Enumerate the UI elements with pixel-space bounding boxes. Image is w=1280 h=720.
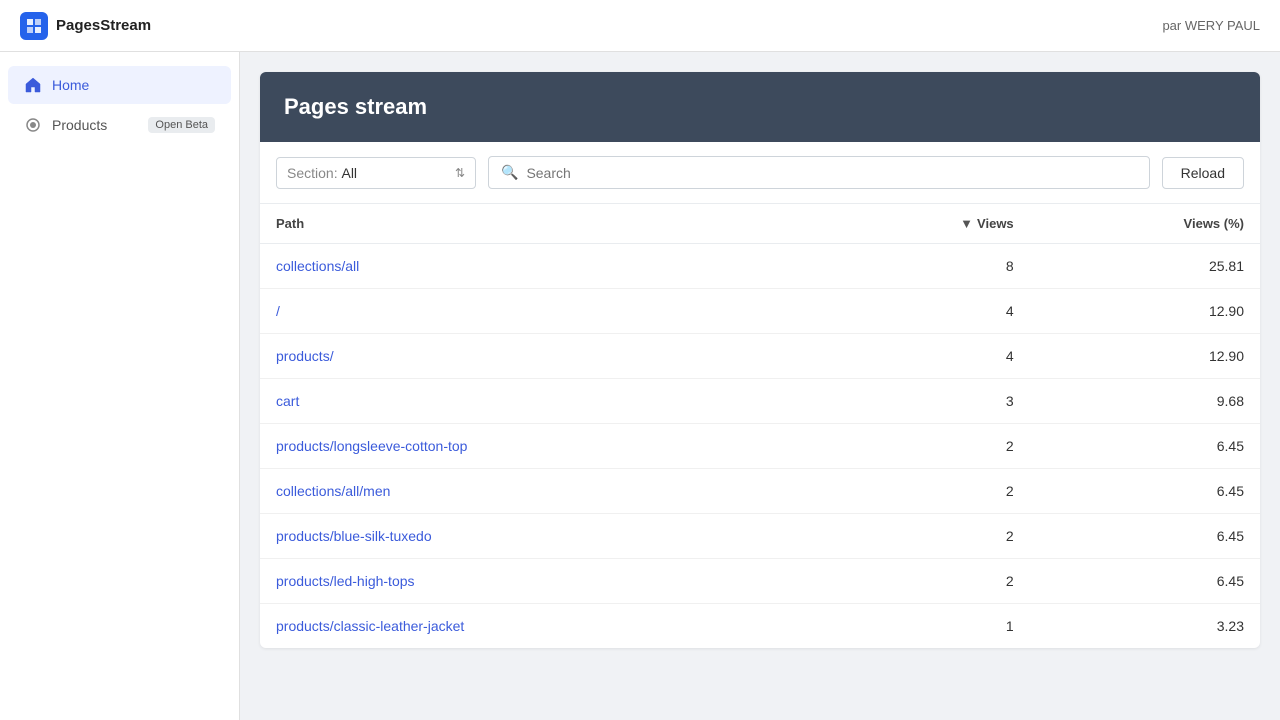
sidebar: Home Products Open Beta <box>0 52 240 720</box>
table-row: products/longsleeve-cotton-top26.45 <box>260 424 1260 469</box>
col-header-path: Path <box>260 204 817 244</box>
app-name: PagesStream <box>56 17 151 34</box>
table-row: /412.90 <box>260 289 1260 334</box>
app-branding: PagesStream <box>20 12 151 40</box>
search-input[interactable] <box>526 165 1136 181</box>
panel-header: Pages stream <box>260 72 1260 142</box>
cell-path[interactable]: collections/all/men <box>260 469 817 514</box>
section-select[interactable]: Section: All ⇅ <box>276 157 476 189</box>
col-header-views[interactable]: ▼Views <box>817 204 1030 244</box>
table-row: collections/all825.81 <box>260 244 1260 289</box>
search-icon: 🔍 <box>501 164 518 181</box>
col-header-views-pct: Views (%) <box>1030 204 1260 244</box>
cell-views-pct: 6.45 <box>1030 469 1260 514</box>
sidebar-item-home[interactable]: Home <box>8 66 231 104</box>
sidebar-item-products[interactable]: Products Open Beta <box>8 106 231 144</box>
cell-views-pct: 6.45 <box>1030 559 1260 604</box>
cell-views-pct: 6.45 <box>1030 424 1260 469</box>
cell-path[interactable]: products/led-high-tops <box>260 559 817 604</box>
panel-title: Pages stream <box>284 94 427 119</box>
products-icon <box>24 116 42 134</box>
sidebar-item-home-label: Home <box>52 77 89 93</box>
sort-icon: ▼ <box>960 216 973 231</box>
chevron-down-icon: ⇅ <box>455 166 465 180</box>
cell-views: 2 <box>817 424 1030 469</box>
reload-button[interactable]: Reload <box>1162 157 1244 189</box>
sidebar-item-products-label: Products <box>52 117 107 133</box>
top-bar: PagesStream par WERY PAUL <box>0 0 1280 52</box>
data-table-wrap: Path ▼Views Views (%) collections/all825… <box>260 204 1260 648</box>
toolbar: Section: All ⇅ 🔍 Reload <box>260 142 1260 204</box>
cell-path[interactable]: products/longsleeve-cotton-top <box>260 424 817 469</box>
user-info: par WERY PAUL <box>1162 18 1260 33</box>
cell-views-pct: 9.68 <box>1030 379 1260 424</box>
cell-views: 2 <box>817 559 1030 604</box>
table-row: products/led-high-tops26.45 <box>260 559 1260 604</box>
cell-views-pct: 25.81 <box>1030 244 1260 289</box>
cell-path[interactable]: cart <box>260 379 817 424</box>
main-content: Pages stream Section: All ⇅ 🔍 Reload <box>240 52 1280 720</box>
home-icon <box>24 76 42 94</box>
table-header-row: Path ▼Views Views (%) <box>260 204 1260 244</box>
cell-views: 2 <box>817 514 1030 559</box>
cell-views-pct: 6.45 <box>1030 514 1260 559</box>
table-row: cart39.68 <box>260 379 1260 424</box>
table-row: products/412.90 <box>260 334 1260 379</box>
cell-path[interactable]: collections/all <box>260 244 817 289</box>
open-beta-badge: Open Beta <box>148 117 215 133</box>
table-row: products/classic-leather-jacket13.23 <box>260 604 1260 649</box>
cell-views: 1 <box>817 604 1030 649</box>
section-select-label: Section: All <box>287 165 357 181</box>
data-table: Path ▼Views Views (%) collections/all825… <box>260 204 1260 648</box>
cell-views-pct: 3.23 <box>1030 604 1260 649</box>
cell-views-pct: 12.90 <box>1030 334 1260 379</box>
cell-views: 4 <box>817 334 1030 379</box>
cell-path[interactable]: products/classic-leather-jacket <box>260 604 817 649</box>
cell-path[interactable]: / <box>260 289 817 334</box>
main-layout: Home Products Open Beta Pages stream <box>0 52 1280 720</box>
cell-path[interactable]: products/blue-silk-tuxedo <box>260 514 817 559</box>
table-row: collections/all/men26.45 <box>260 469 1260 514</box>
pages-stream-panel: Pages stream Section: All ⇅ 🔍 Reload <box>260 72 1260 648</box>
table-row: products/blue-silk-tuxedo26.45 <box>260 514 1260 559</box>
cell-views: 8 <box>817 244 1030 289</box>
cell-views: 4 <box>817 289 1030 334</box>
cell-views: 2 <box>817 469 1030 514</box>
cell-path[interactable]: products/ <box>260 334 817 379</box>
cell-views: 3 <box>817 379 1030 424</box>
app-logo-icon <box>20 12 48 40</box>
search-box[interactable]: 🔍 <box>488 156 1150 189</box>
cell-views-pct: 12.90 <box>1030 289 1260 334</box>
